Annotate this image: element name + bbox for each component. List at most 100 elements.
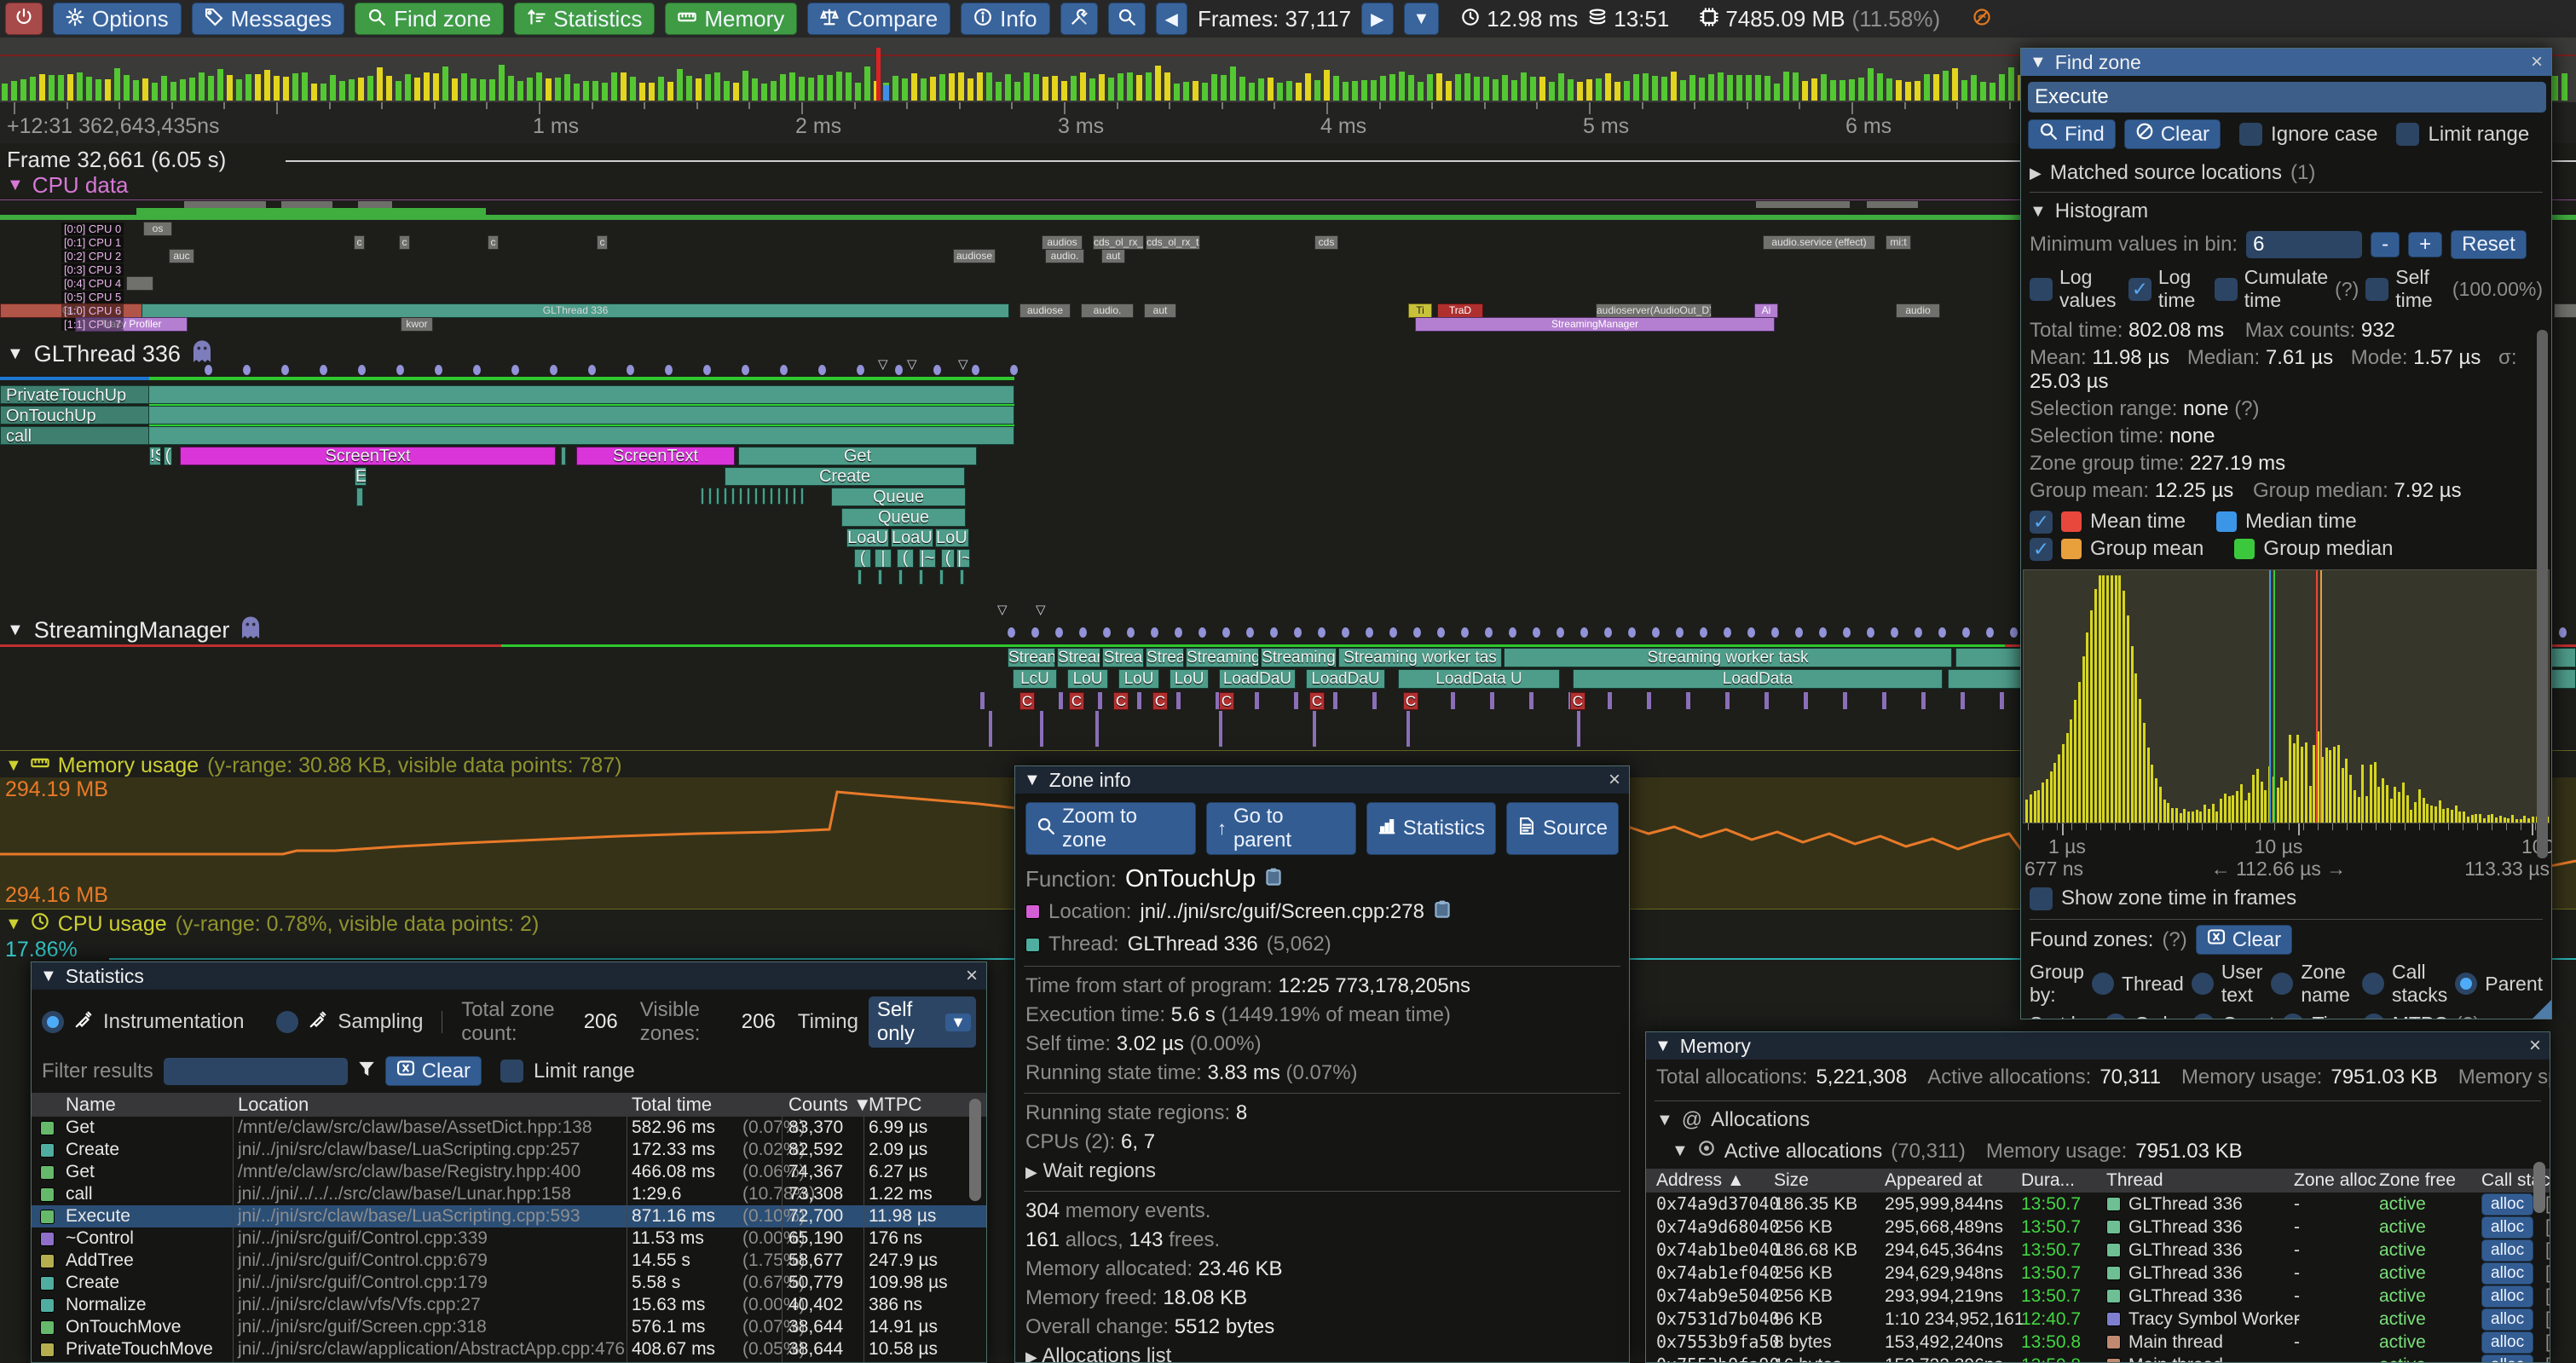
frame-bar[interactable]: [1371, 80, 1377, 101]
frame-bar[interactable]: [977, 72, 983, 101]
zone[interactable]: Queue: [841, 508, 966, 527]
tools-button[interactable]: [1060, 3, 1098, 35]
frame-bar[interactable]: [817, 75, 823, 101]
frame-bar[interactable]: [349, 79, 355, 101]
frame-bar[interactable]: [611, 72, 617, 101]
zone[interactable]: Strear: [1057, 648, 1100, 667]
frame-bar[interactable]: [1905, 82, 1911, 101]
zone[interactable]: LoadData: [1573, 669, 1943, 689]
min-bin-input[interactable]: [2246, 231, 2362, 258]
compare-button[interactable]: Compare: [807, 3, 950, 35]
frame-bar[interactable]: [1952, 68, 1958, 101]
active-allocations-row[interactable]: ▼ Active allocations (70,311) Memory usa…: [1646, 1134, 2550, 1169]
frame-bar[interactable]: [967, 78, 973, 101]
message-dot[interactable]: [1151, 627, 1158, 638]
frame-bar[interactable]: [161, 76, 167, 101]
frame-bar[interactable]: [180, 79, 186, 101]
frame-bar[interactable]: [733, 83, 739, 101]
frame-bar[interactable]: [1577, 82, 1583, 101]
next-frame-button[interactable]: ▶: [1361, 3, 1393, 35]
zone[interactable]: C: [1403, 692, 1418, 710]
frame-bar[interactable]: [1736, 75, 1742, 101]
zone[interactable]: C: [1570, 692, 1585, 710]
message-dot[interactable]: [1580, 627, 1588, 638]
frame-bar[interactable]: [1164, 72, 1170, 101]
frame-bar[interactable]: [1389, 74, 1395, 101]
frame-bar[interactable]: [1305, 73, 1311, 101]
frame-bar[interactable]: [2552, 76, 2558, 101]
frame-bar[interactable]: [1427, 74, 1433, 101]
legend-color-swatch[interactable]: [2234, 539, 2255, 559]
scrollbar[interactable]: [2537, 330, 2548, 858]
frame-bar[interactable]: [1314, 80, 1320, 101]
help-icon[interactable]: (?): [2234, 397, 2259, 420]
sort-by-mtpc[interactable]: [2363, 1014, 2385, 1020]
message-dot[interactable]: [1915, 627, 1922, 638]
frame-bar[interactable]: [1783, 72, 1789, 101]
legend-checkbox[interactable]: ✓: [2030, 511, 2053, 534]
message-dot[interactable]: [1461, 627, 1469, 638]
frame-bar[interactable]: [1268, 78, 1274, 101]
collapse-icon[interactable]: ▼: [7, 176, 24, 195]
message-dot[interactable]: [933, 365, 941, 375]
message-dot[interactable]: [703, 365, 711, 375]
message-dot[interactable]: [1700, 627, 1707, 638]
cpu-timeline-block[interactable]: c: [597, 235, 608, 250]
frame-bar[interactable]: [1286, 81, 1292, 101]
message-dot[interactable]: [1342, 627, 1349, 638]
message-dot[interactable]: [1962, 627, 1970, 638]
zone-info-titlebar[interactable]: ▼ Zone info ×: [1015, 766, 1629, 794]
frame-bar[interactable]: [1296, 83, 1302, 101]
zone[interactable]: [561, 447, 566, 465]
frame-bar[interactable]: [274, 76, 280, 101]
zone[interactable]: ScreenText: [576, 447, 735, 465]
message-dot[interactable]: [1270, 627, 1278, 638]
frame-bar[interactable]: [1614, 82, 1620, 101]
glthread-header[interactable]: ▼GLThread 336: [7, 339, 213, 369]
message-dot[interactable]: [1222, 627, 1230, 638]
allocation-row[interactable]: 0x74ab1ef040256 KB294,629,948ns13:50.7GL…: [1646, 1262, 2550, 1285]
frame-bar[interactable]: [846, 72, 852, 101]
column-header[interactable]: Dura...: [2021, 1169, 2075, 1193]
close-icon[interactable]: ×: [2531, 50, 2543, 74]
statistics-row[interactable]: Createjni/../jni/src/claw/base/LuaScript…: [32, 1139, 986, 1161]
zone-marker[interactable]: ▽: [907, 356, 917, 372]
message-dot[interactable]: [1986, 627, 1994, 638]
histogram-header-row[interactable]: ▼ Histogram: [2021, 198, 2551, 225]
group-by-call-stacks[interactable]: [2362, 973, 2384, 995]
frame-bar[interactable]: [602, 83, 608, 101]
frame-bar[interactable]: [1652, 76, 1658, 101]
message-dot[interactable]: [358, 365, 366, 375]
reset-button[interactable]: Reset: [2451, 230, 2527, 259]
frame-bar[interactable]: [1221, 75, 1227, 101]
scrollbar[interactable]: [969, 1099, 981, 1201]
zone[interactable]: (: [854, 549, 871, 568]
zone[interactable]: [0, 385, 1014, 404]
statistics-button[interactable]: Statistics: [514, 3, 655, 35]
clear-filter-button[interactable]: Clear: [385, 1056, 482, 1086]
frame-bar[interactable]: [1802, 81, 1808, 101]
frame-bar[interactable]: [1868, 68, 1874, 101]
frame-bar[interactable]: [39, 74, 45, 101]
frame-bar[interactable]: [1727, 75, 1733, 101]
frame-bar[interactable]: [630, 77, 636, 101]
column-header[interactable]: Counts ▼: [788, 1093, 872, 1117]
column-header[interactable]: Name: [66, 1093, 116, 1117]
frame-bar[interactable]: [752, 78, 758, 101]
frame-bar[interactable]: [508, 76, 514, 101]
ignore-case-checkbox[interactable]: [2239, 123, 2262, 146]
copy-icon[interactable]: [1264, 867, 1283, 892]
zone[interactable]: [0, 406, 1014, 424]
table-header[interactable]: NameLocationTotal timeCounts ▼MTPC: [32, 1093, 986, 1117]
cpu-timeline-block[interactable]: audiose: [1019, 303, 1071, 318]
message-dot[interactable]: [742, 365, 749, 375]
frame-bar[interactable]: [536, 72, 542, 101]
zone[interactable]: LoaU: [846, 528, 889, 547]
frame-bar[interactable]: [864, 66, 870, 101]
power-button[interactable]: [5, 3, 43, 35]
memory-usage-header[interactable]: ▼Memory usage (y-range: 30.88 KB, visibl…: [5, 754, 622, 778]
frame-bar[interactable]: [358, 78, 364, 101]
log-time-checkbox[interactable]: ✓: [2128, 278, 2151, 301]
frame-bar[interactable]: [30, 77, 36, 101]
message-dot[interactable]: [588, 365, 596, 375]
